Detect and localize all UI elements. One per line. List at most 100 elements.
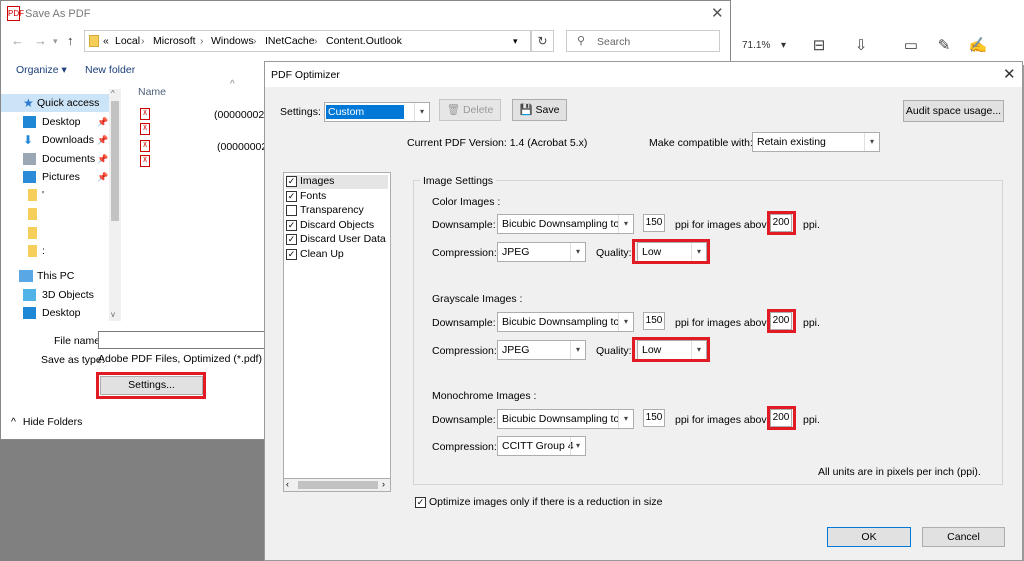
nav-item-documents[interactable]: Documents 📌 [1, 150, 109, 168]
save-button[interactable]: 💾 Save [512, 99, 567, 121]
crumb-windows[interactable]: Windows [211, 35, 254, 47]
crumb-inetcache[interactable]: INetCache [265, 35, 315, 47]
checkbox-checked-icon[interactable]: ✓ [286, 220, 297, 231]
recent-locations-icon[interactable]: ▾ [53, 36, 58, 47]
sign-icon[interactable]: ✍ [967, 36, 989, 56]
close-icon[interactable]: ✕ [1003, 65, 1016, 83]
grayscale-downsample-select[interactable]: Bicubic Downsampling to ▾ [497, 312, 634, 332]
panel-images[interactable]: ✓ Images [286, 175, 388, 189]
color-ppi-input[interactable]: 150 [643, 214, 665, 232]
nav-item-pictures[interactable]: Pictures 📌 [1, 168, 109, 186]
hide-folders-toggle[interactable]: ^ Hide Folders [11, 416, 82, 428]
zoom-level[interactable]: 71.1% [742, 40, 770, 51]
compatibility-select[interactable]: Retain existing ▾ [752, 132, 880, 152]
nav-item-desktop[interactable]: Desktop [1, 304, 109, 322]
organize-menu[interactable]: Organize ▾ [16, 64, 67, 76]
checkbox-checked-icon[interactable]: ✓ [415, 497, 426, 508]
nav-item-desktop[interactable]: Desktop 📌 [1, 113, 109, 131]
crumb-content-outlook[interactable]: Content.Outlook [326, 35, 402, 47]
highlight-box [632, 337, 710, 362]
refresh-icon[interactable]: ↻ [531, 30, 554, 52]
scroll-down-icon[interactable]: v [111, 310, 115, 319]
nav-item-this-pc[interactable]: This PC [1, 267, 109, 285]
scroll-down-icon[interactable]: ⇩ [850, 36, 872, 56]
pin-icon[interactable]: 📌 [97, 168, 108, 186]
ppi-label: ppi. [803, 317, 820, 329]
checkbox-checked-icon[interactable]: ✓ [286, 176, 297, 187]
file-name-field[interactable] [98, 331, 268, 349]
cube-icon [23, 289, 36, 301]
checkbox-checked-icon[interactable]: ✓ [286, 249, 297, 260]
nav-item-3d-objects[interactable]: 3D Objects [1, 286, 109, 304]
grayscale-ppi-input[interactable]: 150 [643, 312, 665, 330]
delete-button[interactable]: 🗑 Delete [439, 99, 501, 121]
nav-item-quick-access[interactable]: ★ Quick access [1, 94, 109, 112]
highlight-box [96, 372, 206, 399]
settings-label: Settings: [280, 106, 321, 118]
make-compatible-label: Make compatible with: [649, 137, 753, 149]
comment-icon[interactable]: ▭ [900, 36, 922, 56]
floppy-icon: 💾 [519, 104, 533, 116]
color-downsample-select[interactable]: Bicubic Downsampling to ▾ [497, 214, 634, 234]
pin-icon[interactable]: 📌 [97, 131, 108, 149]
crumb-microsoft[interactable]: Microsoft [153, 35, 196, 47]
pc-icon [19, 270, 33, 282]
search-input[interactable]: Search [597, 36, 630, 48]
scroll-up-icon[interactable]: ^ [111, 89, 115, 98]
checkbox-unchecked-icon[interactable] [286, 205, 297, 216]
file-name[interactable]: (00000002) [214, 109, 268, 121]
mono-compression-select[interactable]: CCITT Group 4 ▾ [497, 436, 586, 456]
desktop-icon [23, 307, 36, 319]
address-dropdown-icon[interactable]: ▾ [513, 36, 518, 47]
panel-list-scrollbar[interactable]: ‹ › [283, 478, 391, 492]
up-arrow-icon[interactable]: ↑ [67, 33, 74, 48]
back-arrow-icon[interactable]: ← [11, 33, 24, 48]
highlight-pen-icon[interactable]: ✎ [933, 36, 955, 56]
checkbox-checked-icon[interactable]: ✓ [286, 234, 297, 245]
ppi-above-label: ppi for images above [675, 414, 773, 426]
pdf-file-icon[interactable]: ⊼ [140, 108, 150, 120]
new-folder-button[interactable]: New folder [85, 64, 135, 76]
column-header-name[interactable]: Name [138, 86, 166, 98]
panel-scroll-thumb[interactable] [298, 481, 378, 489]
color-compression-select[interactable]: JPEG ▾ [497, 242, 586, 262]
file-name[interactable]: (00000002) [217, 141, 271, 153]
nav-item-folder[interactable] [1, 205, 109, 223]
file-name-label: File name: [54, 335, 104, 347]
zoom-dropdown-icon[interactable]: ▾ [781, 40, 786, 51]
color-images-title: Color Images : [432, 196, 501, 208]
scroll-left-icon[interactable]: ‹ [286, 479, 289, 489]
save-as-type-select[interactable]: Adobe PDF Files, Optimized (*.pdf) [98, 353, 268, 367]
pin-icon[interactable]: 📌 [97, 150, 108, 168]
forward-arrow-icon[interactable]: → [34, 33, 47, 48]
crumb-local[interactable]: Local [115, 35, 140, 47]
pdf-file-icon[interactable]: ⊼ [140, 123, 150, 135]
ok-button[interactable]: OK [827, 527, 911, 547]
crumb-separator-icon: › [397, 35, 401, 47]
units-note: All units are in pixels per inch (ppi). [818, 466, 981, 478]
page-layout-icon[interactable]: ⊟ [808, 36, 830, 56]
cancel-button[interactable]: Cancel [922, 527, 1005, 547]
grayscale-compression-select[interactable]: JPEG ▾ [497, 340, 586, 360]
nav-item-folder[interactable]: ' [1, 186, 109, 204]
pdf-file-icon[interactable]: ⊼ [140, 155, 150, 167]
address-bar[interactable]: « Local › Microsoft › Windows › INetCach… [84, 30, 531, 52]
nav-item-downloads[interactable]: ⬇ Downloads 📌 [1, 131, 109, 149]
pin-icon[interactable]: 📌 [97, 113, 108, 131]
settings-select[interactable]: Custom ▾ [324, 102, 430, 122]
mono-downsample-select[interactable]: Bicubic Downsampling to ▾ [497, 409, 634, 429]
downsample-label: Downsample: [432, 317, 496, 329]
highlight-box [632, 239, 710, 264]
nav-item-folder[interactable]: : [1, 242, 109, 260]
nav-scroll-thumb[interactable] [111, 101, 119, 221]
nav-item-folder[interactable] [1, 224, 109, 242]
pdf-file-icon[interactable]: ⊼ [140, 140, 150, 152]
panel-list: ✓ Images ✓ Fonts Transparency ✓ Discard … [283, 172, 391, 492]
checkbox-checked-icon[interactable]: ✓ [286, 191, 297, 202]
address-overflow[interactable]: « [103, 35, 109, 47]
close-icon[interactable]: ✕ [711, 4, 724, 22]
scroll-right-icon[interactable]: › [382, 479, 385, 489]
mono-ppi-input[interactable]: 150 [643, 409, 665, 427]
search-box[interactable]: ⚲ Search [566, 30, 720, 52]
audit-space-usage-button[interactable]: Audit space usage... [903, 100, 1004, 122]
